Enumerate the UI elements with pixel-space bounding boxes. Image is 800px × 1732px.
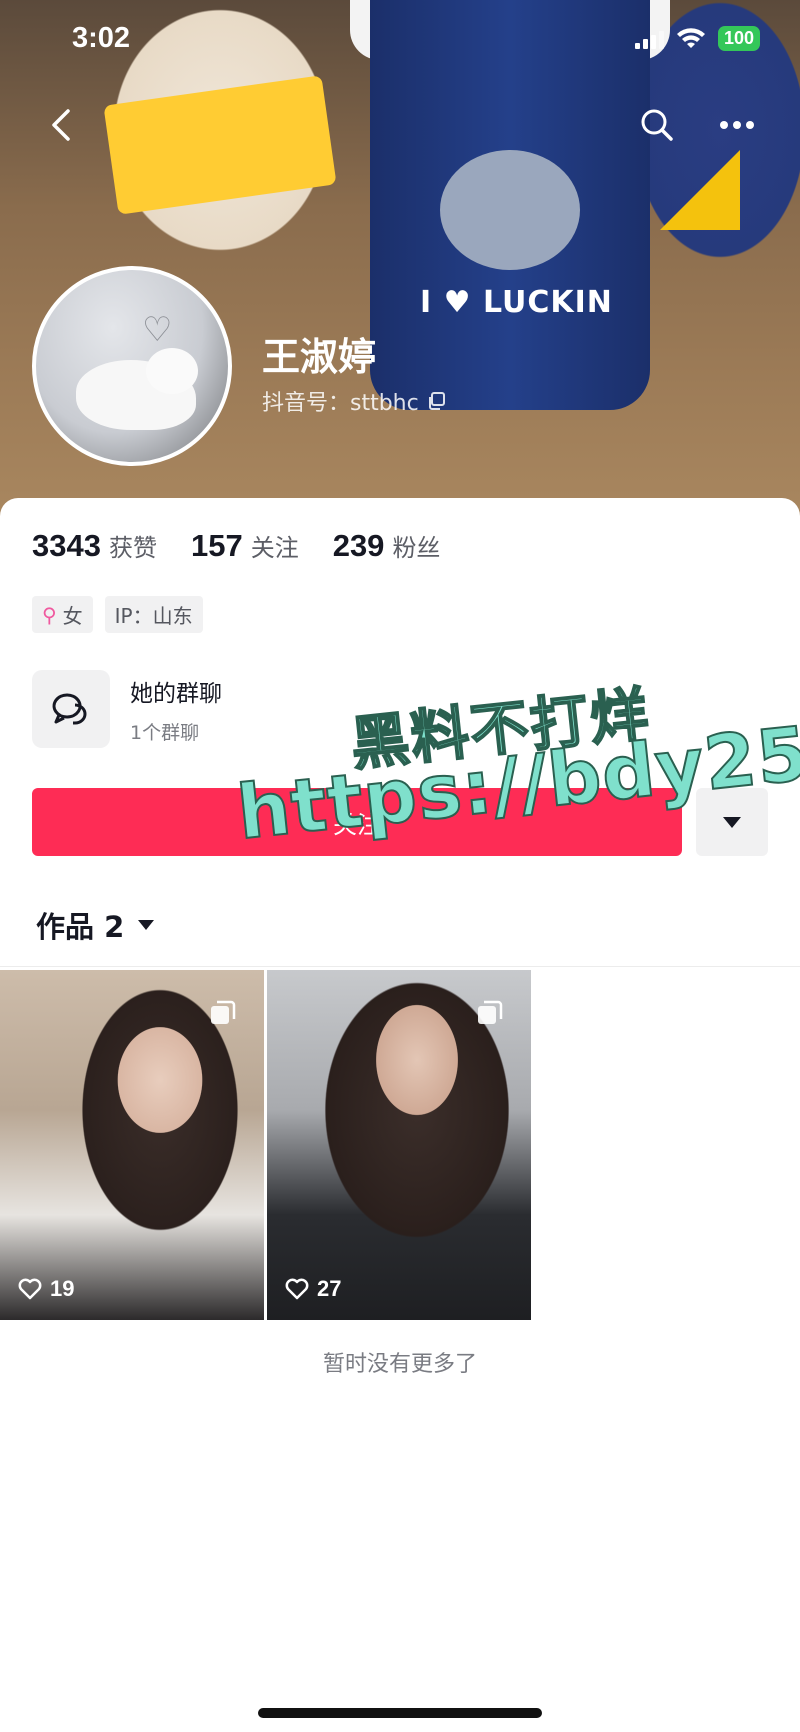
- recommend-dropdown-button[interactable]: [696, 788, 768, 856]
- cover-cheese: [660, 150, 740, 230]
- stat-followers-value: 239: [332, 528, 385, 563]
- heart-icon: [18, 1278, 42, 1300]
- battery-icon: 100: [717, 26, 760, 51]
- ip-tag: IP：山东: [104, 596, 203, 633]
- avatar-heart-icon: ♡: [142, 310, 173, 350]
- cover-mascot: [440, 150, 580, 270]
- avatar-cat-head: [146, 348, 198, 394]
- tab-works[interactable]: 作品 2: [36, 904, 155, 946]
- watermark-text: 黑料不打烊: [347, 678, 654, 779]
- back-button[interactable]: [36, 100, 86, 150]
- follow-button[interactable]: 关注: [32, 788, 682, 856]
- stat-likes-label: 获赞: [108, 534, 157, 562]
- status-time: 3:02: [72, 22, 131, 54]
- ip-tag-label: IP：山东: [114, 604, 193, 628]
- group-chat-title: 她的群聊: [130, 680, 222, 707]
- home-indicator[interactable]: [258, 1708, 542, 1718]
- profile-sheet: 3343 获赞 157 关注 239 粉丝 ⚲ 女 IP：山东 她的群聊 1个群…: [0, 498, 800, 1732]
- stat-following-label: 关注: [250, 534, 299, 562]
- multi-image-icon: [478, 1000, 503, 1024]
- chevron-down-icon: [723, 816, 741, 828]
- group-chat-subtitle: 1个群聊: [130, 721, 200, 744]
- group-chat-icon-box: [32, 670, 110, 748]
- tab-works-label: 作品 2: [36, 910, 125, 944]
- stat-following-value: 157: [190, 528, 243, 563]
- post-thumbnail[interactable]: 27: [267, 970, 531, 1320]
- post-thumbnail[interactable]: 19: [0, 970, 264, 1320]
- wifi-icon: [676, 27, 705, 48]
- back-icon: [52, 109, 70, 141]
- works-grid: 19 27: [0, 970, 531, 1320]
- stat-followers-label: 粉丝: [392, 534, 441, 562]
- profile-tags: ⚲ 女 IP：山东: [32, 596, 203, 633]
- post-likes-count: 19: [50, 1276, 75, 1301]
- group-chat-icon: [52, 693, 87, 725]
- more-icon: [720, 121, 754, 129]
- gender-tag-label: 女: [62, 604, 83, 628]
- copy-icon[interactable]: [427, 392, 445, 410]
- group-chat-text: 她的群聊 1个群聊: [130, 674, 222, 745]
- cover-bag: [103, 75, 337, 215]
- more-button[interactable]: [712, 100, 762, 150]
- divider: [0, 966, 800, 967]
- search-icon: [641, 109, 673, 141]
- no-more-text: 暂时没有更多了: [322, 1352, 477, 1377]
- follow-button-label: 关注: [333, 810, 381, 839]
- signal-icon: [634, 29, 664, 49]
- cover-brand-text: I ♥ LUCKIN: [420, 285, 613, 320]
- avatar[interactable]: ♡: [32, 266, 232, 466]
- post-likes: 19: [18, 1276, 74, 1302]
- group-chat-entry[interactable]: 她的群聊 1个群聊: [32, 670, 222, 748]
- post-likes-count: 27: [317, 1276, 342, 1301]
- post-likes: 27: [285, 1276, 341, 1302]
- stats-row: 3343 获赞 157 关注 239 粉丝: [32, 528, 440, 564]
- sort-chevron-icon: [138, 920, 155, 930]
- profile-handle: 抖音号：sttbhc: [262, 385, 445, 417]
- status-indicators: 100: [634, 26, 760, 51]
- gender-tag: ⚲ 女: [32, 596, 93, 633]
- profile-name: 王淑婷: [262, 335, 377, 379]
- search-button[interactable]: [632, 100, 682, 150]
- stat-likes[interactable]: 3343 获赞: [32, 528, 157, 564]
- stat-likes-value: 3343: [32, 528, 101, 563]
- stat-following[interactable]: 157 关注: [191, 528, 299, 564]
- heart-icon: [285, 1278, 309, 1300]
- stat-followers[interactable]: 239 粉丝: [333, 528, 441, 564]
- female-icon: ⚲: [42, 602, 57, 627]
- profile-handle-text: 抖音号：sttbhc: [262, 391, 419, 416]
- multi-image-icon: [211, 1000, 236, 1024]
